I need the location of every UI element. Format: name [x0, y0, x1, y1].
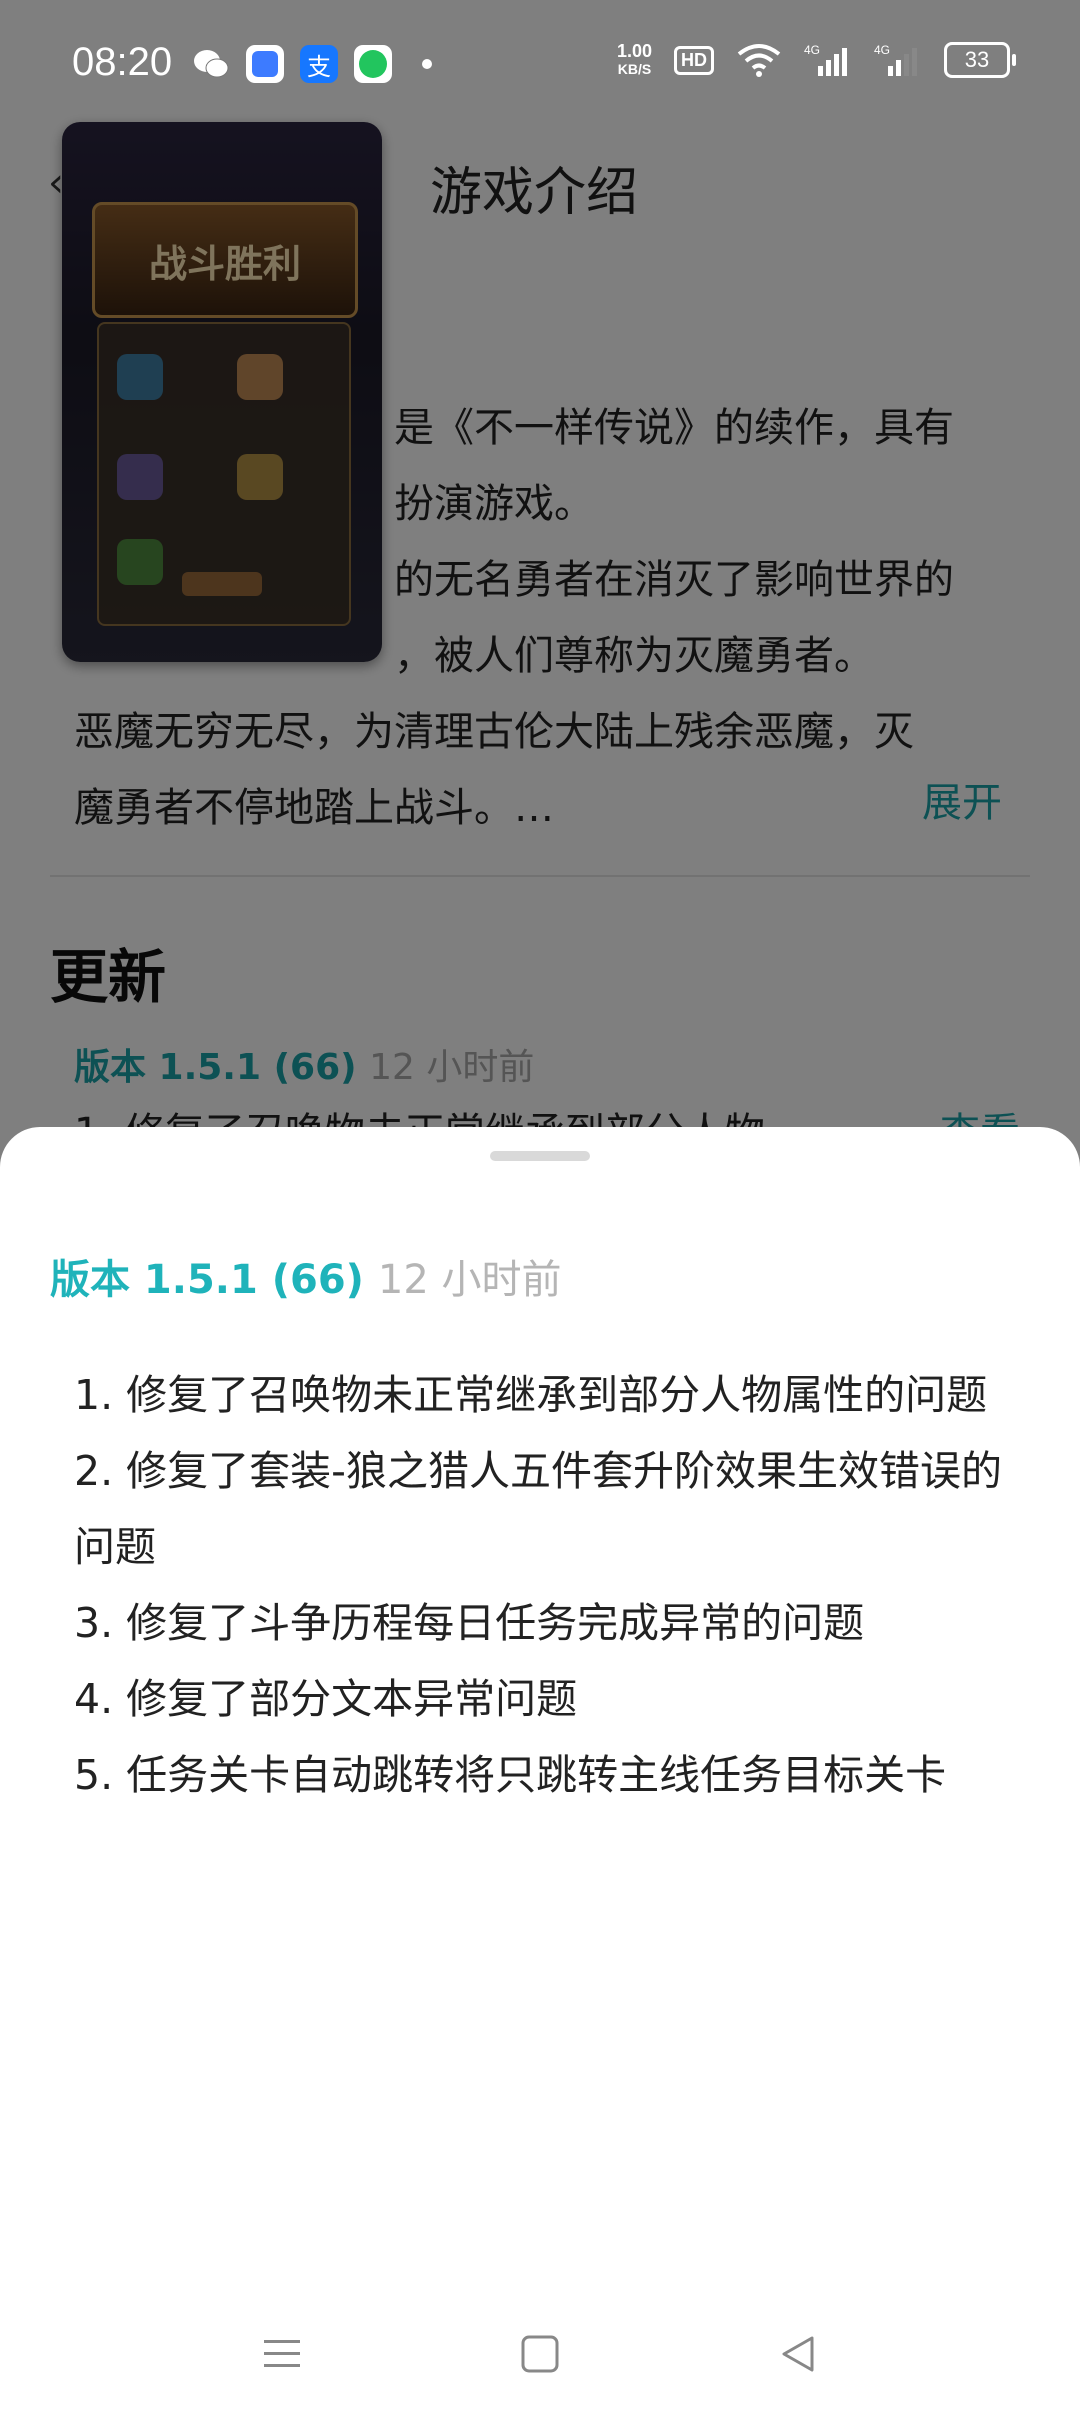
more-notifications-dot — [422, 59, 432, 69]
speed-value: 1.00 — [616, 41, 652, 61]
notification-icons: 支 — [192, 45, 432, 83]
svg-text:4G: 4G — [804, 43, 820, 57]
svg-text:4G: 4G — [874, 43, 890, 57]
wechat-icon — [192, 45, 230, 83]
navigation-bar — [0, 2294, 1080, 2414]
changelog-sheet: 版本 1.5.1 (66) 12 小时前 1. 修复了召唤物未正常继承到部分人物… — [0, 1127, 1080, 2414]
changelog-item: 1. 修复了召唤物未正常继承到部分人物属性的问题 — [74, 1371, 988, 1419]
changelog-item: 3. 修复了斗争历程每日任务完成异常的问题 — [74, 1599, 865, 1647]
speed-unit: KB/S — [617, 61, 652, 77]
changelog-item: 4. 修复了部分文本异常问题 — [74, 1675, 578, 1723]
screen: ‹ 游戏介绍 是《不一样传说》的续作，具有 扮演游戏。 的无名勇者在消灭了影响世… — [0, 0, 1080, 2414]
changelog-notes: 1. 修复了召唤物未正常继承到部分人物属性的问题 2. 修复了套装-狼之猎人五件… — [74, 1357, 1014, 1813]
signal-icon: 4G — [874, 43, 917, 76]
status-bar: 08:20 支 1.00 KB/S HD 4G 4G 33 — [0, 0, 1080, 130]
drag-handle[interactable] — [490, 1151, 590, 1161]
version-label: 版本 1.5.1 (66) — [50, 1257, 364, 1303]
battery-icon: 33 — [944, 42, 1016, 78]
wifi-icon — [737, 44, 781, 77]
version-time: 12 小时前 — [377, 1257, 562, 1303]
signal-icon: 4G — [804, 43, 847, 76]
status-time: 08:20 — [72, 40, 173, 84]
hd-badge: HD — [674, 45, 714, 75]
back-icon[interactable] — [768, 2324, 828, 2384]
network-speed: 1.00 KB/S — [617, 42, 652, 78]
changelog-item: 5. 任务关卡自动跳转将只跳转主线任务目标关卡 — [74, 1751, 947, 1799]
chat-icon — [354, 45, 392, 83]
app-icon — [246, 45, 284, 83]
home-icon[interactable] — [510, 2324, 570, 2384]
sheet-version: 版本 1.5.1 (66) 12 小时前 — [50, 1247, 562, 1305]
system-indicators: 1.00 KB/S HD 4G 4G 33 — [617, 42, 1016, 78]
changelog-item: 2. 修复了套装-狼之猎人五件套升阶效果生效错误的问题 — [74, 1447, 1002, 1571]
menu-icon[interactable] — [252, 2324, 312, 2384]
alipay-icon: 支 — [300, 45, 338, 83]
